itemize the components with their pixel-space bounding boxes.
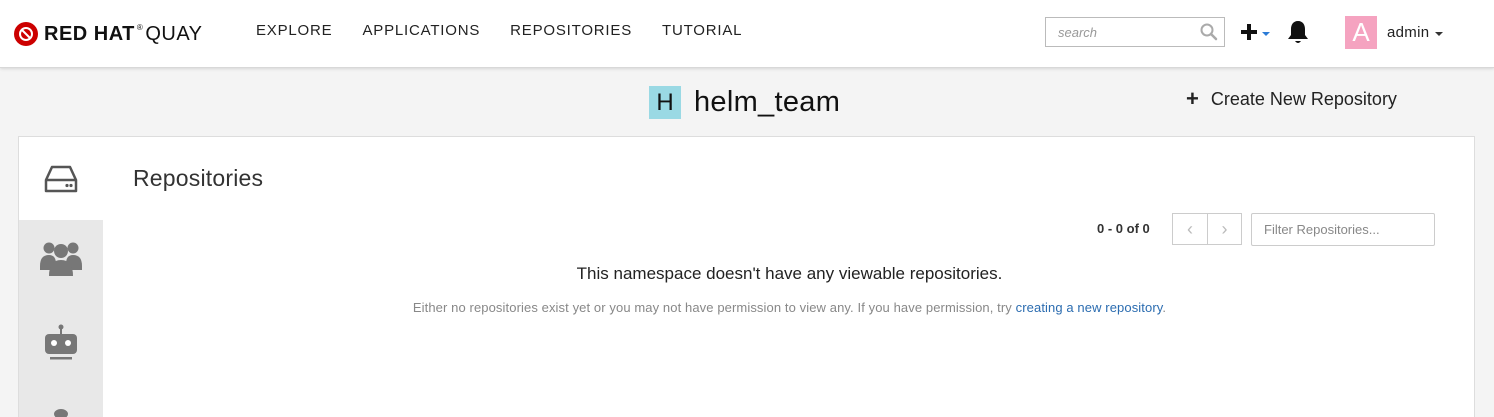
next-page-button[interactable]: › <box>1206 214 1241 244</box>
chevron-down-icon <box>1262 32 1270 36</box>
plus-icon: + <box>1186 86 1199 111</box>
product-name: QUAY <box>145 22 203 45</box>
search-box <box>1045 17 1225 47</box>
nav-tutorial[interactable]: TUTORIAL <box>662 22 742 39</box>
tab-robots[interactable] <box>19 308 103 380</box>
chevron-down-icon <box>1435 31 1444 36</box>
nav-explore[interactable]: EXPLORE <box>256 22 332 39</box>
empty-state-description: Either no repositories exist yet or you … <box>19 300 1476 315</box>
search-icon[interactable] <box>1200 23 1218 46</box>
top-navbar: RED HAT ® QUAY EXPLORE APPLICATIONS REPOSI… <box>0 0 1494 68</box>
redhat-logo-icon <box>14 22 38 46</box>
tab-teams[interactable] <box>19 220 103 298</box>
pager-count: 0 - 0 of 0 <box>1097 221 1150 236</box>
prev-page-button[interactable]: ‹ <box>1173 214 1207 244</box>
hdd-icon <box>44 165 78 192</box>
nav-links: EXPLORE APPLICATIONS REPOSITORIES TUTORI… <box>256 22 772 39</box>
brand-logo[interactable]: RED HAT ® QUAY <box>14 20 203 48</box>
create-repository-label: Create New Repository <box>1210 88 1397 109</box>
partial-icon <box>54 409 68 417</box>
page-title: helm_team <box>694 86 841 118</box>
org-header: H helm_team <box>649 86 840 119</box>
section-title: Repositories <box>133 165 264 191</box>
org-avatar: H <box>649 86 681 119</box>
robot-icon <box>45 324 77 360</box>
plus-icon <box>1241 24 1257 40</box>
create-menu-button[interactable] <box>1240 18 1270 46</box>
tab-repositories[interactable] <box>19 137 103 220</box>
registered-mark: ® <box>136 22 144 32</box>
avatar: A <box>1345 16 1377 49</box>
empty-desc-prefix: Either no repositories exist yet or you … <box>412 300 1016 315</box>
nav-applications[interactable]: APPLICATIONS <box>362 22 480 39</box>
bell-icon[interactable] <box>1286 19 1310 50</box>
brand-text: RED HAT ® QUAY <box>44 23 203 46</box>
pager: ‹ › <box>1172 213 1242 245</box>
main-panel: Repositories 0 - 0 of 0 ‹ › This namespa… <box>18 136 1475 417</box>
tab-more[interactable] <box>19 397 103 417</box>
filter-repositories-input[interactable] <box>1251 213 1435 246</box>
brand-name: RED HAT <box>44 22 135 45</box>
create-repository-button[interactable]: + Create New Repository <box>1186 88 1397 110</box>
username: admin <box>1387 24 1430 41</box>
search-input[interactable] <box>1046 18 1196 46</box>
nav-repositories[interactable]: REPOSITORIES <box>510 22 632 39</box>
empty-state-title: This namespace doesn't have any viewable… <box>576 264 1003 283</box>
create-repository-link[interactable]: creating a new repository <box>1016 300 1163 315</box>
empty-desc-suffix: . <box>1162 300 1167 315</box>
user-menu[interactable]: A admin <box>1345 16 1444 49</box>
